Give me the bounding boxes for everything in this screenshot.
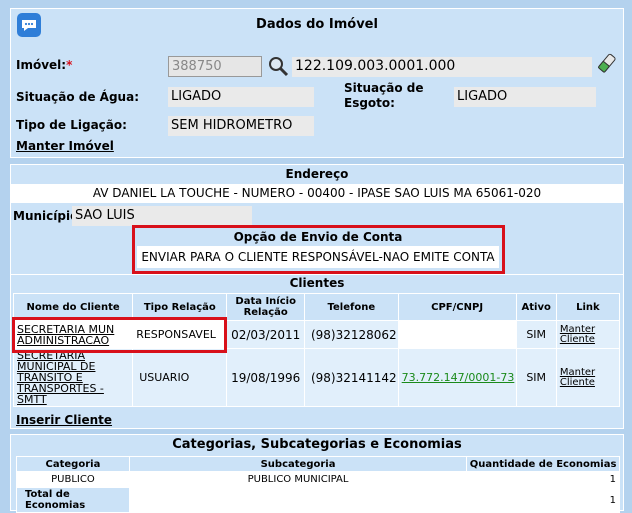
col-data: Data Início Relação <box>226 293 305 321</box>
col-link: Link <box>555 293 621 321</box>
inserir-cliente-link[interactable]: Inserir Cliente <box>16 413 112 427</box>
imovel-inscricao-field: 122.109.003.0001.000 <box>292 57 592 77</box>
envio-highlight-box <box>132 225 505 274</box>
col-ativo: Ativo <box>515 293 557 321</box>
total-spacer <box>128 487 468 513</box>
categorias-header: Categorias, Subcategorias e Economias <box>11 435 623 455</box>
col-cpf: CPF/CNPJ <box>397 293 517 321</box>
manter-cliente-link[interactable]: Manter Cliente <box>555 348 621 407</box>
total-row: Total de Economias 1 <box>16 487 620 513</box>
esgoto-value: LIGADO <box>454 87 596 107</box>
quantidade-value: 1 <box>466 471 620 488</box>
clientes-header: Clientes <box>11 275 623 292</box>
municipio-value: SAO LUIS <box>72 206 252 226</box>
chat-icon[interactable] <box>17 13 41 37</box>
cliente-cpf <box>397 320 517 349</box>
cliente-telefone: (98)32141142 <box>303 348 399 407</box>
cliente-cpf-link[interactable]: 73.772.147/0001-73 <box>397 348 517 407</box>
subcategoria-value: PUBLICO MUNICIPAL <box>128 471 468 488</box>
search-icon[interactable] <box>266 54 290 78</box>
cliente-ativo: SIM <box>515 320 557 349</box>
eraser-icon[interactable] <box>597 52 617 74</box>
col-categoria: Categoria <box>16 456 130 472</box>
cliente-telefone: (98)32128062 <box>303 320 399 349</box>
table-row: PUBLICO PUBLICO MUNICIPAL 1 <box>16 471 620 488</box>
table-row: SECRETARIA MUNICIPAL DE TRANSITO E TRANS… <box>12 348 621 407</box>
esgoto-label: Situação de Esgoto: <box>344 81 424 110</box>
cliente-nome-link[interactable]: SECRETARIA MUNICIPAL DE TRANSITO E TRANS… <box>12 348 134 407</box>
col-telefone: Telefone <box>303 293 399 321</box>
categoria-value: PUBLICO <box>16 471 130 488</box>
cliente-tipo: USUARIO <box>132 348 228 407</box>
col-subcategoria: Subcategoria <box>128 456 468 472</box>
imovel-label: Imóvel:* <box>16 58 73 72</box>
col-quantidade: Quantidade de Economias <box>466 456 620 472</box>
agua-value: LIGADO <box>168 87 314 107</box>
cliente-data: 02/03/2011 <box>226 320 305 349</box>
ligacao-value: SEM HIDROMETRO <box>168 116 314 136</box>
dados-imovel-header: Dados do Imóvel <box>11 9 623 41</box>
cliente-highlight-box <box>12 317 227 353</box>
categorias-table: Categoria Subcategoria Quantidade de Eco… <box>16 456 620 513</box>
imovel-code-input[interactable]: 388750 <box>168 56 262 77</box>
agua-label: Situação de Água: <box>16 90 139 104</box>
total-label: Total de Economias <box>16 487 130 513</box>
total-value: 1 <box>466 487 620 513</box>
endereco-value: AV DANIEL LA TOUCHE - NUMERO - 00400 - I… <box>11 184 623 203</box>
endereco-header: Endereço <box>11 165 623 183</box>
manter-imovel-link[interactable]: Manter Imóvel <box>16 139 114 153</box>
cliente-data: 19/08/1996 <box>226 348 305 407</box>
cliente-ativo: SIM <box>515 348 557 407</box>
ligacao-label: Tipo de Ligação: <box>16 118 127 132</box>
manter-cliente-link[interactable]: Manter Cliente <box>555 320 621 349</box>
